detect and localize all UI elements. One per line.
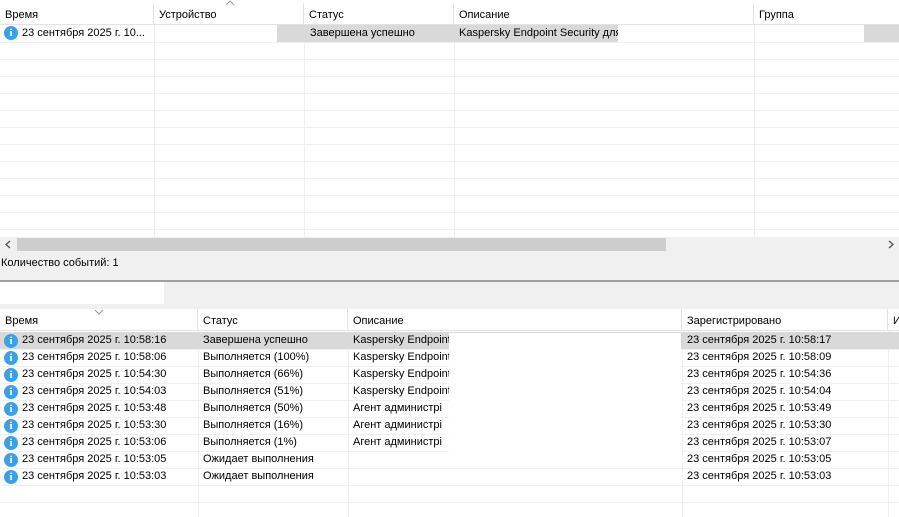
cell-status: Ожидает выполнения [203, 453, 314, 465]
description-overflow-area [449, 333, 681, 468]
event-count-label: Количество событий: 1 [1, 257, 119, 269]
cell-status: Завершена успешно [203, 334, 308, 346]
column-header-description[interactable]: Описание [454, 3, 754, 25]
cell-description [349, 468, 449, 485]
cell-registered: 23 сентября 2025 г. 10:54:04 [687, 385, 832, 397]
cell-time: 23 сентября 2025 г. 10:58:16 [22, 334, 167, 346]
cell-status: Выполняется (16%) [203, 419, 304, 431]
info-icon: i [4, 402, 18, 416]
cell-time: 23 сентября 2025 г. 10:54:03 [22, 385, 167, 397]
info-icon: i [4, 368, 18, 382]
cell-status: Выполняется (66%) [203, 368, 304, 380]
scrollbar-thumb[interactable] [17, 238, 666, 251]
cell-status: Завершена успешно [304, 25, 454, 42]
cell-description: Агент администрі [353, 419, 442, 431]
cell-time: 23 сентября 2025 г. 10:53:48 [22, 402, 167, 414]
cell-description: Kaspersky Endpoint [353, 334, 449, 346]
cell-time: 23 сентября 2025 г. 10:54:30 [22, 368, 167, 380]
column-header-status[interactable]: Статус [304, 3, 454, 25]
cell-registered: 23 сентября 2025 г. 10:54:36 [687, 368, 832, 380]
cell-registered: 23 сентября 2025 г. 10:53:30 [687, 419, 832, 431]
cell-time: 23 сентября 2025 г. 10:58:06 [22, 351, 167, 363]
cell-status: Ожидает выполнения [203, 470, 314, 482]
info-icon: i [4, 334, 18, 348]
info-icon: i [4, 470, 18, 484]
cell-description [349, 451, 449, 468]
column-header-description[interactable]: Описание [348, 309, 682, 331]
cell-time: 23 сентября 2025 г. 10... [22, 27, 145, 39]
chevron-left-icon[interactable] [4, 240, 12, 249]
cell-description: Агент администрі [353, 436, 442, 448]
info-icon: i [4, 453, 18, 467]
filter-tab[interactable] [0, 282, 164, 304]
cell-status: Выполняется (100%) [203, 351, 310, 363]
info-icon: i [4, 419, 18, 433]
info-icon: i [4, 436, 18, 450]
cell-status: Выполняется (51%) [203, 385, 304, 397]
cell-time: 23 сентября 2025 г. 10:53:30 [22, 419, 167, 431]
cell-status: Выполняется (50%) [203, 402, 304, 414]
cell-device [277, 25, 304, 42]
info-icon: i [4, 26, 18, 40]
column-header-group[interactable]: Группа [754, 3, 899, 25]
cell-description: Kaspersky Endpoint Security для [454, 25, 618, 42]
column-header-truncated[interactable]: И [888, 309, 899, 331]
cell-description: Kaspersky Endpoint [353, 351, 449, 363]
cell-time: 23 сентября 2025 г. 10:53:03 [22, 470, 167, 482]
cell-registered: 23 сентября 2025 г. 10:58:17 [687, 334, 832, 346]
cell-registered: 23 сентября 2025 г. 10:53:07 [687, 436, 832, 448]
status-bar: Количество событий: 1 [0, 252, 899, 280]
cell-group [864, 25, 899, 42]
info-icon: i [4, 351, 18, 365]
cell-status: Выполняется (1%) [203, 436, 297, 448]
cell-registered: 23 сентября 2025 г. 10:53:05 [687, 453, 832, 465]
cell-registered: 23 сентября 2025 г. 10:58:09 [687, 351, 832, 363]
cell-description: Агент администрі [353, 402, 442, 414]
horizontal-scrollbar[interactable] [0, 237, 899, 252]
column-header-device[interactable]: Устройство [154, 3, 304, 25]
column-header-status[interactable]: Статус [198, 309, 348, 331]
cell-time: 23 сентября 2025 г. 10:53:06 [22, 436, 167, 448]
cell-time: 23 сентября 2025 г. 10:53:05 [22, 453, 167, 465]
sort-descending-icon [94, 309, 104, 315]
column-header-time[interactable]: Время [0, 3, 154, 25]
toolbar-area [0, 282, 899, 309]
cell-description: Kaspersky Endpoint [353, 368, 449, 380]
cell-description: Kaspersky Endpoint [353, 385, 449, 397]
cell-registered: 23 сентября 2025 г. 10:53:49 [687, 402, 832, 414]
column-header-registered[interactable]: Зарегистрировано [682, 309, 888, 331]
sort-ascending-icon [225, 0, 235, 6]
chevron-right-icon[interactable] [887, 240, 895, 249]
cell-registered: 23 сентября 2025 г. 10:53:03 [687, 470, 832, 482]
info-icon: i [4, 385, 18, 399]
